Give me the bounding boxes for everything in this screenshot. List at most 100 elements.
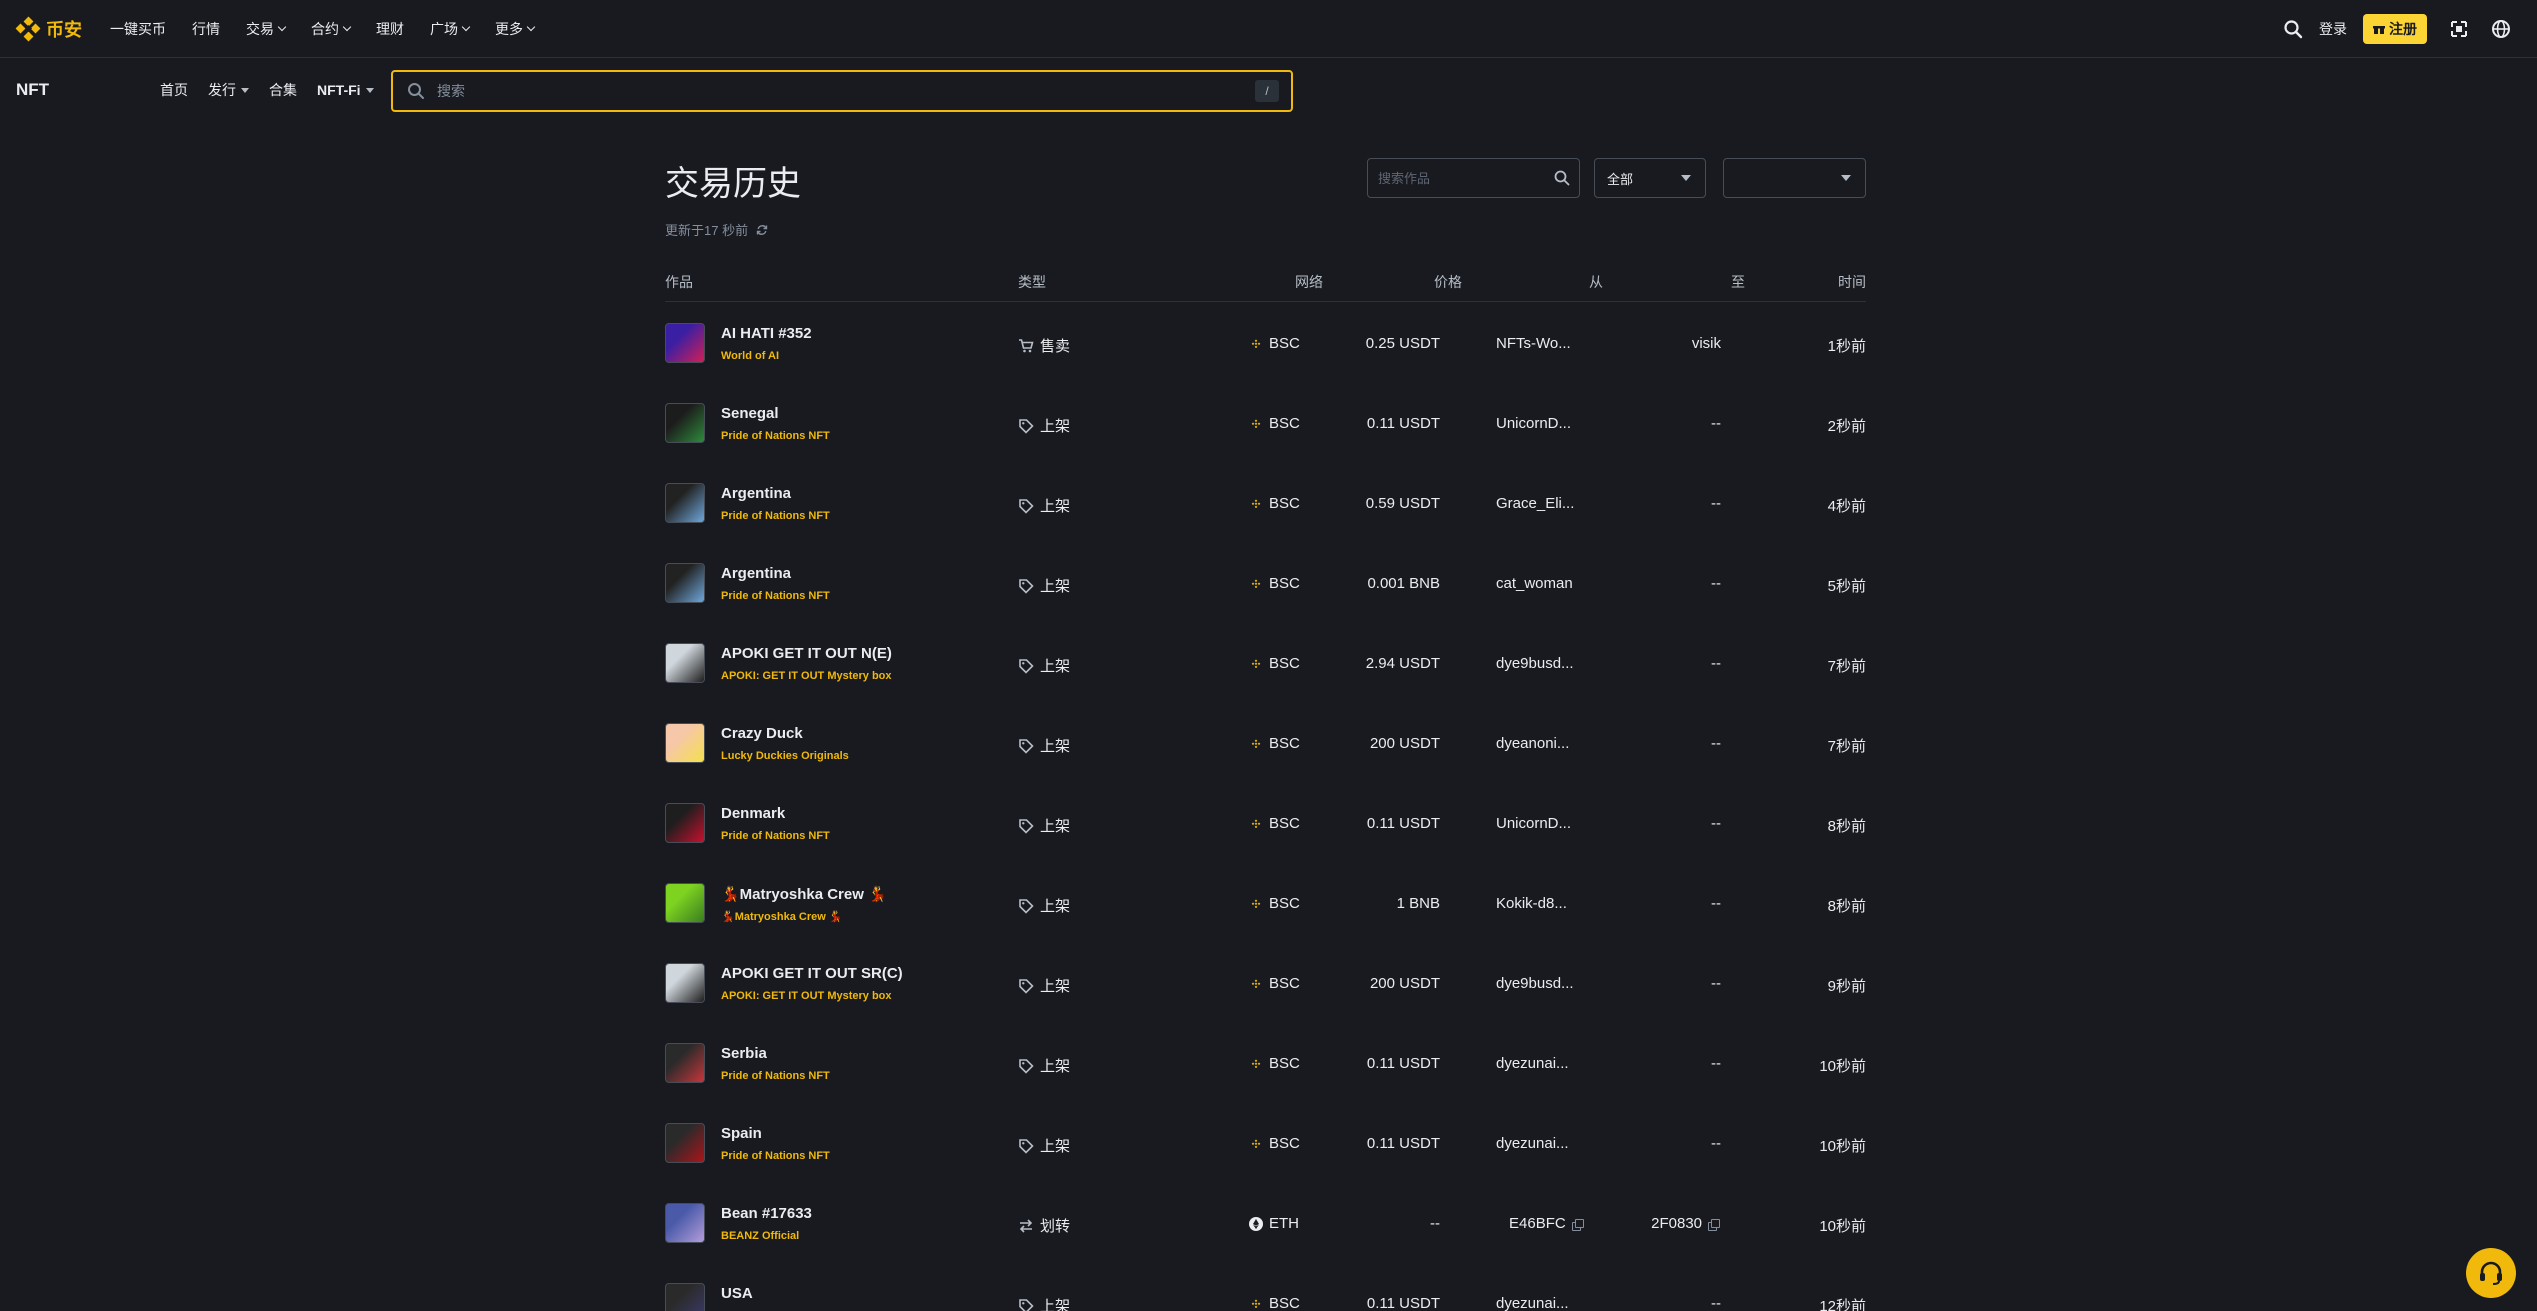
nft-collection[interactable]: APOKI: GET IT OUT Mystery box: [721, 670, 892, 682]
to-address[interactable]: --: [1711, 895, 1721, 912]
table-row[interactable]: Argentina Pride of Nations NFT 上架 BSC 0.001 …: [665, 543, 1866, 623]
nft-collection[interactable]: Pride of Nations NFT: [721, 1070, 830, 1082]
table-row[interactable]: AI HATI #352 World of AI 售卖 BSC 0.25 USDT NFT…: [665, 303, 1866, 383]
nft-thumbnail[interactable]: [665, 803, 705, 843]
table-row[interactable]: Crazy Duck Lucky Duckies Originals 上架 BSC 20…: [665, 703, 1866, 783]
table-row[interactable]: APOKI GET IT OUT SR(C) APOKI: GET IT OUT …: [665, 943, 1866, 1023]
table-row[interactable]: Serbia Pride of Nations NFT 上架 BSC 0.11 USDT…: [665, 1023, 1866, 1103]
download-icon[interactable]: [2447, 17, 2471, 41]
from-address[interactable]: dyeanoni...: [1496, 735, 1569, 752]
work-search-field[interactable]: [1367, 158, 1580, 198]
globe-icon[interactable]: [2489, 17, 2513, 41]
nft-thumbnail[interactable]: [665, 323, 705, 363]
from-address[interactable]: E46BFC: [1509, 1215, 1584, 1232]
search-icon[interactable]: [2281, 17, 2305, 41]
nft-thumbnail[interactable]: [665, 643, 705, 683]
nft-collection[interactable]: Pride of Nations NFT: [721, 830, 830, 842]
from-address[interactable]: dyezunai...: [1496, 1135, 1569, 1152]
network-filter-select[interactable]: [1723, 158, 1866, 198]
nft-thumbnail[interactable]: [665, 483, 705, 523]
search-icon[interactable]: [1554, 170, 1570, 186]
to-address[interactable]: --: [1711, 655, 1721, 672]
nft-search-input[interactable]: [437, 83, 1255, 99]
to-address[interactable]: --: [1711, 1055, 1721, 1072]
binance-logo[interactable]: 币安: [15, 16, 82, 42]
from-address[interactable]: NFTs-Wo...: [1496, 335, 1571, 352]
from-address[interactable]: cat_woman: [1496, 575, 1573, 592]
nav-item-square[interactable]: 广场: [430, 19, 471, 39]
to-address[interactable]: --: [1711, 1135, 1721, 1152]
refresh-icon[interactable]: [756, 224, 768, 236]
nft-nav-home[interactable]: 首页: [160, 80, 188, 100]
table-row[interactable]: Argentina Pride of Nations NFT 上架 BSC 0.59 U…: [665, 463, 1866, 543]
nft-nav-nft-fi[interactable]: NFT-Fi: [317, 82, 374, 98]
nav-item-earn[interactable]: 理财: [376, 19, 404, 39]
nft-nav-launch[interactable]: 发行: [208, 80, 249, 100]
nft-name[interactable]: Bean #17633: [721, 1205, 812, 1222]
from-address[interactable]: dye9busd...: [1496, 975, 1574, 992]
nav-item-trade[interactable]: 交易: [246, 19, 287, 39]
nft-collection[interactable]: Pride of Nations NFT: [721, 430, 830, 442]
nft-thumbnail[interactable]: [665, 1043, 705, 1083]
register-button[interactable]: 注册: [2363, 14, 2427, 44]
nft-name[interactable]: Argentina: [721, 485, 791, 502]
nft-collection[interactable]: APOKI: GET IT OUT Mystery box: [721, 990, 892, 1002]
to-address[interactable]: --: [1711, 1295, 1721, 1311]
from-address[interactable]: dyezunai...: [1496, 1055, 1569, 1072]
nav-item-futures[interactable]: 合约: [311, 19, 352, 39]
nft-collection[interactable]: Lucky Duckies Originals: [721, 750, 849, 762]
from-address[interactable]: Grace_Eli...: [1496, 495, 1574, 512]
nft-brand[interactable]: NFT: [16, 80, 160, 100]
from-address[interactable]: Kokik-d8...: [1496, 895, 1567, 912]
nft-thumbnail[interactable]: [665, 1283, 705, 1311]
from-address[interactable]: UnicornD...: [1496, 815, 1571, 832]
to-address[interactable]: --: [1711, 415, 1721, 432]
from-address[interactable]: UnicornD...: [1496, 415, 1571, 432]
nft-name[interactable]: APOKI GET IT OUT N(E): [721, 645, 892, 662]
work-search-input[interactable]: [1378, 170, 1554, 186]
nft-collection[interactable]: 💃Matryoshka Crew 💃: [721, 910, 843, 923]
table-row[interactable]: APOKI GET IT OUT N(E) APOKI: GET IT OUT M…: [665, 623, 1866, 703]
nft-name[interactable]: USA: [721, 1285, 753, 1302]
from-address[interactable]: dyezunai...: [1496, 1295, 1569, 1311]
nft-name[interactable]: Senegal: [721, 405, 779, 422]
nft-thumbnail[interactable]: [665, 1203, 705, 1243]
table-row[interactable]: USAPride of Nations NFT上架BSC0.11 USDTdye…: [665, 1263, 1866, 1311]
nft-name[interactable]: APOKI GET IT OUT SR(C): [721, 965, 903, 982]
nft-thumbnail[interactable]: [665, 883, 705, 923]
support-chat-button[interactable]: [2466, 1248, 2516, 1298]
nft-thumbnail[interactable]: [665, 963, 705, 1003]
copy-icon[interactable]: [1571, 1218, 1584, 1231]
table-row[interactable]: Bean #17633 BEANZ Official 划转 ETH -- E46BFC 2F…: [665, 1183, 1866, 1263]
nav-item-markets[interactable]: 行情: [192, 19, 220, 39]
nft-name[interactable]: Argentina: [721, 565, 791, 582]
nft-thumbnail[interactable]: [665, 403, 705, 443]
nft-nav-collections[interactable]: 合集: [269, 80, 297, 100]
nft-collection[interactable]: Pride of Nations NFT: [721, 590, 830, 602]
nft-name[interactable]: Denmark: [721, 805, 785, 822]
to-address[interactable]: --: [1711, 575, 1721, 592]
to-address[interactable]: --: [1711, 735, 1721, 752]
nft-collection[interactable]: Pride of Nations NFT: [721, 510, 830, 522]
to-address[interactable]: --: [1711, 975, 1721, 992]
nft-collection[interactable]: World of AI: [721, 350, 779, 362]
nft-thumbnail[interactable]: [665, 723, 705, 763]
table-row[interactable]: Senegal Pride of Nations NFT 上架 BSC 0.11 USD…: [665, 383, 1866, 463]
to-address[interactable]: visik: [1692, 335, 1721, 352]
table-row[interactable]: Denmark Pride of Nations NFT 上架 BSC 0.11 USD…: [665, 783, 1866, 863]
nft-name[interactable]: 💃Matryoshka Crew 💃: [721, 885, 887, 903]
nft-name[interactable]: Crazy Duck: [721, 725, 803, 742]
nft-search-bar[interactable]: /: [391, 70, 1293, 112]
to-address[interactable]: --: [1711, 815, 1721, 832]
to-address[interactable]: 2F0830: [1651, 1215, 1720, 1232]
nft-name[interactable]: AI HATI #352: [721, 325, 812, 342]
nav-item-buy-crypto[interactable]: 一键买币: [110, 19, 166, 39]
nft-thumbnail[interactable]: [665, 1123, 705, 1163]
type-filter-select[interactable]: 全部: [1594, 158, 1706, 198]
nft-collection[interactable]: BEANZ Official: [721, 1230, 799, 1242]
nav-item-more[interactable]: 更多: [495, 19, 536, 39]
nft-name[interactable]: Spain: [721, 1125, 762, 1142]
copy-icon[interactable]: [1708, 1218, 1720, 1231]
table-row[interactable]: Spain Pride of Nations NFT 上架 BSC 0.11 USDT d…: [665, 1103, 1866, 1183]
table-row[interactable]: 💃Matryoshka Crew 💃 💃Matryoshka Crew 💃 上架 BS…: [665, 863, 1866, 943]
